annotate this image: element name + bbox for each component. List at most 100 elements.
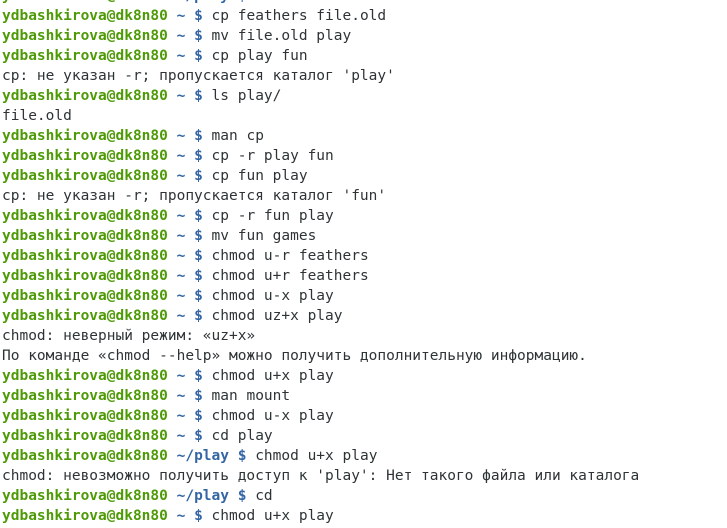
output-line: По команде «chmod --help» можно получить… [2,346,639,366]
prompt-cwd: ~ [176,208,186,224]
prompt-line: ydbashkirova@dk8n80 ~/play $ cd [2,486,639,506]
prompt-cwd: ~ [176,128,186,144]
command-text: chmod u+x play [255,448,378,464]
prompt-symbol: $ [194,288,203,304]
prompt-cwd: ~ [176,368,186,384]
command-text: chmod u-x play [211,408,334,424]
prompt-symbol: $ [194,128,203,144]
prompt-symbol: $ [194,368,203,384]
output-line: file.old [2,106,639,126]
prompt-user-host: ydbashkirova@dk8n80 [2,28,168,44]
command-text: cd play [211,428,273,444]
prompt-symbol: $ [194,228,203,244]
prompt-line: ydbashkirova@dk8n80 ~ $ cp -r play fun [2,146,639,166]
output-text: file.old [2,108,72,124]
prompt-cwd: ~/play [176,448,229,464]
prompt-user-host: ydbashkirova@dk8n80 [2,8,168,24]
command-text: cp fun play [211,168,308,184]
output-line: chmod: невозможно получить доступ к 'pla… [2,466,639,486]
prompt-line: ydbashkirova@dk8n80 ~ $ chmod u-r feathe… [2,246,639,266]
prompt-user-host: ydbashkirova@dk8n80 [2,488,168,504]
command-text: cp -r fun play [211,208,334,224]
prompt-symbol: $ [194,308,203,324]
prompt-user-host: ydbashkirova@dk8n80 [2,408,168,424]
prompt-symbol: $ [194,88,203,104]
prompt-user-host: ydbashkirova@dk8n80 [2,268,168,284]
prompt-line: ydbashkirova@dk8n80 ~ $ cp fun play [2,166,639,186]
prompt-cwd: ~ [176,508,186,524]
prompt-cwd: ~ [176,48,186,64]
prompt-cwd: ~ [176,408,186,424]
output-line: cp: не указан -r; пропускается каталог '… [2,66,639,86]
command-text: chmod u+r feathers [211,268,369,284]
prompt-symbol: $ [194,268,203,284]
prompt-cwd: ~ [176,168,186,184]
prompt-user-host: ydbashkirova@dk8n80 [2,168,168,184]
command-text: man mount [211,388,291,404]
prompt-line: ydbashkirova@dk8n80 ~ $ cd play [2,426,639,446]
prompt-line: ydbashkirova@dk8n80 ~ $ man mount [2,386,639,406]
command-text: chmod uz+x play [211,308,343,324]
output-text: cp: не указан -r; пропускается каталог '… [2,188,387,204]
prompt-symbol: $ [237,488,247,504]
command-text: mv fun games [211,228,317,244]
prompt-symbol: $ [194,428,203,444]
command-text: man cp [211,128,264,144]
prompt-user-host: ydbashkirova@dk8n80 [2,48,168,64]
command-text: chmod u+x play [211,508,334,524]
prompt-cwd: ~ [176,8,186,24]
prompt-user-host: ydbashkirova@dk8n80 [2,128,168,144]
prompt-line: ydbashkirova@dk8n80 ~ $ cp feathers file… [2,6,639,26]
prompt-line: ydbashkirova@dk8n80 ~/play $ chmod u+x p… [2,446,639,466]
prompt-line: ydbashkirova@dk8n80 ~ $ ls play/ [2,86,639,106]
prompt-user-host: ydbashkirova@dk8n80 [2,208,168,224]
command-text: cp -r play fun [211,148,334,164]
prompt-user-host: ydbashkirova@dk8n80 [2,368,168,384]
output-text: chmod: неверный режим: «uz+x» [2,328,256,344]
prompt-symbol: $ [194,208,203,224]
prompt-line: ydbashkirova@dk8n80 ~ $ mv fun games [2,226,639,246]
prompt-user-host: ydbashkirova@dk8n80 [2,248,168,264]
prompt-cwd: ~ [176,428,186,444]
prompt-symbol: $ [194,408,203,424]
prompt-user-host: ydbashkirova@dk8n80 [2,88,168,104]
terminal-output: ydbashkirova@dk8n80 ~/play $ cdydbashkir… [2,0,639,526]
prompt-symbol: $ [194,8,203,24]
command-text: chmod u-r feathers [211,248,369,264]
prompt-user-host: ydbashkirova@dk8n80 [2,448,168,464]
prompt-line: ydbashkirova@dk8n80 ~ $ chmod u+x play [2,366,639,386]
output-line: cp: не указан -r; пропускается каталог '… [2,186,639,206]
command-text: mv file.old play [211,28,352,44]
prompt-line: ydbashkirova@dk8n80 ~ $ cp -r fun play [2,206,639,226]
prompt-cwd: ~/play [176,488,229,504]
prompt-cwd: ~ [176,308,186,324]
prompt-cwd: ~ [176,228,186,244]
output-text: chmod: невозможно получить доступ к 'pla… [2,468,640,484]
prompt-user-host: ydbashkirova@dk8n80 [2,388,168,404]
output-line: chmod: неверный режим: «uz+x» [2,326,639,346]
prompt-cwd: ~ [176,288,186,304]
prompt-line: ydbashkirova@dk8n80 ~ $ chmod uz+x play [2,306,639,326]
prompt-symbol: $ [237,448,247,464]
prompt-user-host: ydbashkirova@dk8n80 [2,228,168,244]
prompt-cwd: ~ [176,248,186,264]
prompt-symbol: $ [194,168,203,184]
terminal-window[interactable]: ydbashkirova@dk8n80 ~/play $ cdydbashkir… [0,0,727,528]
prompt-user-host: ydbashkirova@dk8n80 [2,308,168,324]
prompt-cwd: ~ [176,268,186,284]
output-text: cp: не указан -r; пропускается каталог '… [2,68,395,84]
prompt-line: ydbashkirova@dk8n80 ~ $ chmod u+r feathe… [2,266,639,286]
prompt-user-host: ydbashkirova@dk8n80 [2,428,168,444]
prompt-line: ydbashkirova@dk8n80 ~ $ mv file.old play [2,26,639,46]
prompt-cwd: ~ [176,388,186,404]
prompt-user-host: ydbashkirova@dk8n80 [2,0,168,4]
command-text: chmod u-x play [211,288,334,304]
prompt-user-host: ydbashkirova@dk8n80 [2,148,168,164]
command-text: cp play fun [211,48,308,64]
prompt-line: ydbashkirova@dk8n80 ~ $ chmod u-x play [2,286,639,306]
prompt-line: ydbashkirova@dk8n80 ~ $ chmod u+x play [2,506,639,526]
prompt-cwd: ~ [176,148,186,164]
prompt-user-host: ydbashkirova@dk8n80 [2,288,168,304]
prompt-cwd: ~/play [177,0,229,4]
prompt-cwd: ~ [176,88,186,104]
